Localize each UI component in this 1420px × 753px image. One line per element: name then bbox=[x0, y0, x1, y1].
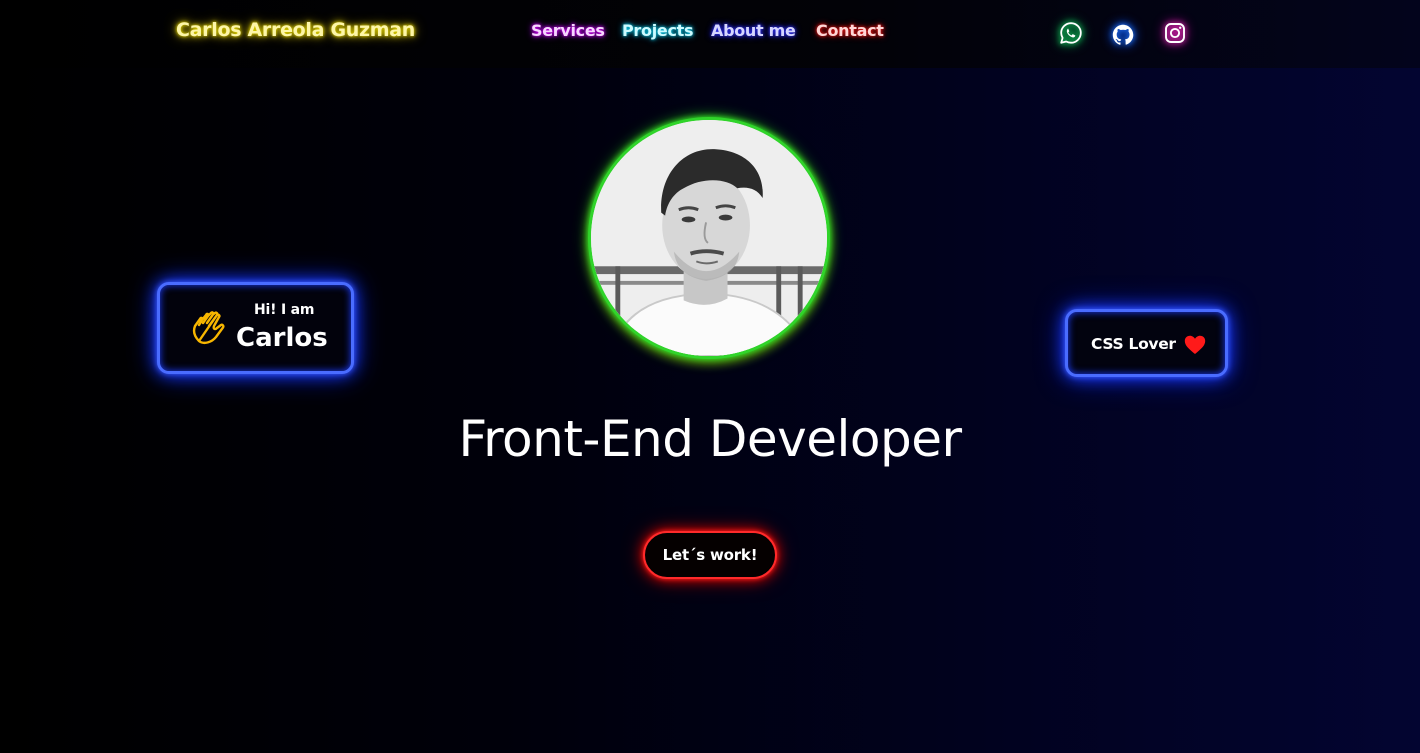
brand-name[interactable]: Carlos Arreola Guzman bbox=[176, 19, 415, 41]
nav-link-contact[interactable]: Contact bbox=[816, 21, 884, 40]
profile-avatar bbox=[588, 117, 830, 359]
whatsapp-icon[interactable] bbox=[1059, 21, 1083, 45]
lets-work-button[interactable]: Let´s work! bbox=[643, 531, 777, 579]
waving-hand-icon bbox=[192, 311, 225, 345]
nav-link-projects[interactable]: Projects bbox=[622, 21, 694, 40]
greeting-small-text: Hi! I am bbox=[254, 302, 315, 318]
greeting-name: Carlos bbox=[236, 323, 328, 353]
nav-link-services[interactable]: Services bbox=[531, 21, 605, 40]
profile-photo bbox=[591, 120, 827, 356]
instagram-icon[interactable] bbox=[1163, 21, 1187, 45]
navbar: Carlos Arreola Guzman Services Projects … bbox=[0, 0, 1420, 68]
role-title: Front-End Developer bbox=[458, 410, 962, 468]
nav-link-about[interactable]: About me bbox=[711, 21, 796, 40]
css-lover-card: CSS Lover bbox=[1065, 309, 1228, 377]
github-icon[interactable] bbox=[1111, 23, 1135, 47]
greeting-card: Hi! I am Carlos bbox=[157, 282, 354, 374]
heart-icon bbox=[1184, 335, 1206, 354]
css-lover-label: CSS Lover bbox=[1091, 335, 1176, 353]
